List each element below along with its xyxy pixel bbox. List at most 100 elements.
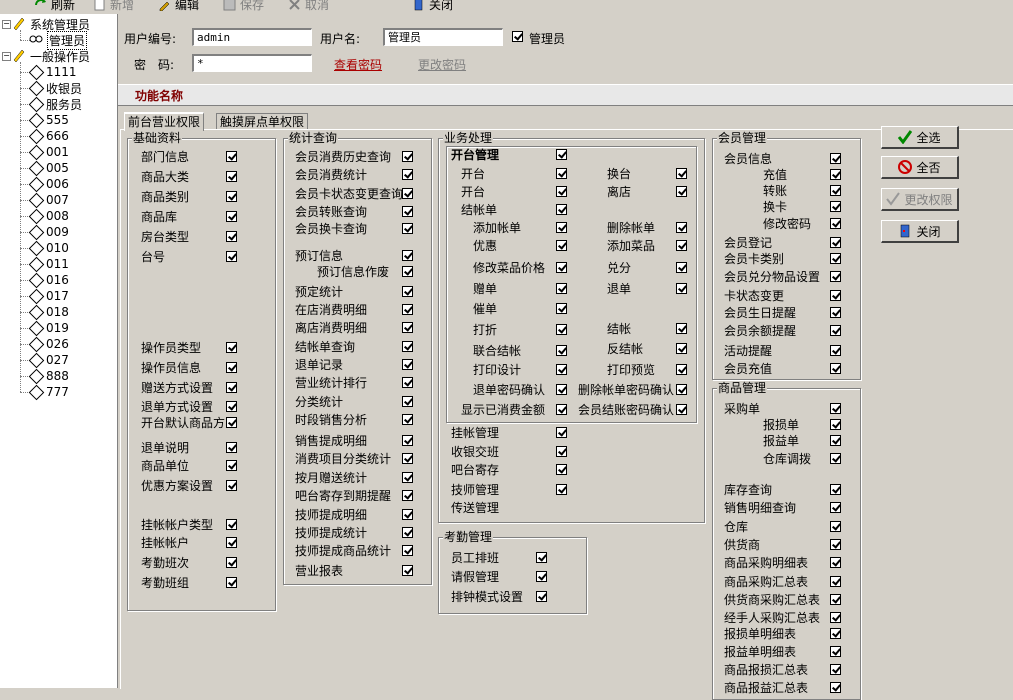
permission-checkbox[interactable] xyxy=(830,201,841,212)
permission-checkbox[interactable] xyxy=(226,577,237,588)
tree-item[interactable]: 026 xyxy=(28,336,69,352)
permission-checkbox[interactable] xyxy=(536,591,547,602)
user-name-field[interactable]: 管理员 xyxy=(383,28,503,46)
collapse-toggle[interactable]: − xyxy=(2,52,11,61)
save-button[interactable]: 保存 xyxy=(223,0,264,13)
permission-checkbox[interactable] xyxy=(556,222,567,233)
permission-checkbox[interactable] xyxy=(556,168,567,179)
permission-checkbox[interactable] xyxy=(402,286,413,297)
cancel-button[interactable]: 取消 xyxy=(288,0,329,13)
permission-checkbox[interactable] xyxy=(556,404,567,415)
tree-item[interactable]: 888 xyxy=(28,368,69,384)
permission-checkbox[interactable] xyxy=(556,484,567,495)
permission-checkbox[interactable] xyxy=(830,435,841,446)
tree-item[interactable]: 555 xyxy=(28,112,69,128)
permission-checkbox[interactable] xyxy=(402,250,413,261)
permission-checkbox[interactable] xyxy=(556,427,567,438)
permission-checkbox[interactable] xyxy=(676,384,687,395)
tree-item[interactable]: 666 xyxy=(28,128,69,144)
password-field[interactable]: * xyxy=(192,54,312,72)
permission-checkbox[interactable] xyxy=(402,527,413,538)
tree-item[interactable]: 010 xyxy=(28,240,69,256)
permission-checkbox[interactable] xyxy=(676,404,687,415)
permission-checkbox[interactable] xyxy=(226,480,237,491)
permission-checkbox[interactable] xyxy=(830,521,841,532)
tree-item[interactable]: 005 xyxy=(28,160,69,176)
permission-checkbox[interactable] xyxy=(830,363,841,374)
permission-checkbox[interactable] xyxy=(402,322,413,333)
permission-checkbox[interactable] xyxy=(676,186,687,197)
permission-checkbox[interactable] xyxy=(226,231,237,242)
tree-item[interactable]: 777 xyxy=(28,384,69,400)
refresh-button[interactable]: 刷新 xyxy=(34,0,75,13)
permission-checkbox[interactable] xyxy=(536,552,547,563)
collapse-toggle[interactable]: − xyxy=(2,20,11,29)
tree-group-operators[interactable]: 一般操作员 xyxy=(12,48,90,64)
permission-checkbox[interactable] xyxy=(676,240,687,251)
permission-checkbox[interactable] xyxy=(830,453,841,464)
permission-checkbox[interactable] xyxy=(830,403,841,414)
permission-checkbox[interactable] xyxy=(556,149,567,160)
tree-item[interactable]: 019 xyxy=(28,320,69,336)
permission-checkbox[interactable] xyxy=(830,576,841,587)
permission-checkbox[interactable] xyxy=(402,223,413,234)
edit-button[interactable]: 编辑 xyxy=(158,0,199,13)
permission-checkbox[interactable] xyxy=(830,237,841,248)
permission-checkbox[interactable] xyxy=(226,401,237,412)
permission-checkbox[interactable] xyxy=(402,341,413,352)
permission-checkbox[interactable] xyxy=(556,204,567,215)
permission-checkbox[interactable] xyxy=(226,519,237,530)
permission-checkbox[interactable] xyxy=(830,502,841,513)
tree-group-sysadmin[interactable]: 系统管理员 xyxy=(12,16,90,32)
permission-checkbox[interactable] xyxy=(676,323,687,334)
permission-checkbox[interactable] xyxy=(226,557,237,568)
close-toolbar-button[interactable]: 关闭 xyxy=(412,0,453,13)
permission-checkbox[interactable] xyxy=(226,211,237,222)
permission-checkbox[interactable] xyxy=(830,664,841,675)
permission-checkbox[interactable] xyxy=(676,222,687,233)
tree-item[interactable]: 016 xyxy=(28,272,69,288)
permission-checkbox[interactable] xyxy=(226,460,237,471)
new-button[interactable]: 新增 xyxy=(93,0,134,13)
permission-checkbox[interactable] xyxy=(402,490,413,501)
permission-checkbox[interactable] xyxy=(402,151,413,162)
tree-item[interactable]: 001 xyxy=(28,144,69,160)
tree-item[interactable]: 027 xyxy=(28,352,69,368)
permission-checkbox[interactable] xyxy=(830,218,841,229)
permission-checkbox[interactable] xyxy=(226,382,237,393)
permission-checkbox[interactable] xyxy=(830,290,841,301)
permission-checkbox[interactable] xyxy=(226,151,237,162)
permission-checkbox[interactable] xyxy=(556,364,567,375)
permission-checkbox[interactable] xyxy=(226,342,237,353)
tree-item[interactable]: 管理员 xyxy=(28,30,88,50)
admin-checkbox[interactable] xyxy=(512,31,523,42)
tree-item[interactable]: 009 xyxy=(28,224,69,240)
user-id-field[interactable]: admin xyxy=(192,28,312,46)
change-password-link[interactable]: 更改密码 xyxy=(418,56,466,73)
permission-checkbox[interactable] xyxy=(830,345,841,356)
permission-checkbox[interactable] xyxy=(226,417,237,428)
select-all-button[interactable]: 全选 xyxy=(881,126,959,149)
permission-checkbox[interactable] xyxy=(830,539,841,550)
permission-checkbox[interactable] xyxy=(830,419,841,430)
permission-checkbox[interactable] xyxy=(830,307,841,318)
permission-checkbox[interactable] xyxy=(676,283,687,294)
tree-item[interactable]: 011 xyxy=(28,256,69,272)
permission-checkbox[interactable] xyxy=(402,396,413,407)
permission-checkbox[interactable] xyxy=(830,646,841,657)
permission-checkbox[interactable] xyxy=(676,262,687,273)
permission-checkbox[interactable] xyxy=(226,442,237,453)
permission-checkbox[interactable] xyxy=(226,171,237,182)
tab-front-office[interactable]: 前台营业权限 xyxy=(124,112,205,131)
permission-checkbox[interactable] xyxy=(830,185,841,196)
permission-checkbox[interactable] xyxy=(402,169,413,180)
tree-item[interactable]: 018 xyxy=(28,304,69,320)
permission-checkbox[interactable] xyxy=(830,153,841,164)
permission-checkbox[interactable] xyxy=(402,472,413,483)
permission-checkbox[interactable] xyxy=(830,169,841,180)
tree-item[interactable]: 服务员 xyxy=(28,96,82,112)
permission-checkbox[interactable] xyxy=(226,191,237,202)
close-button[interactable]: 关闭 xyxy=(881,220,959,243)
permission-checkbox[interactable] xyxy=(402,509,413,520)
permission-checkbox[interactable] xyxy=(830,325,841,336)
